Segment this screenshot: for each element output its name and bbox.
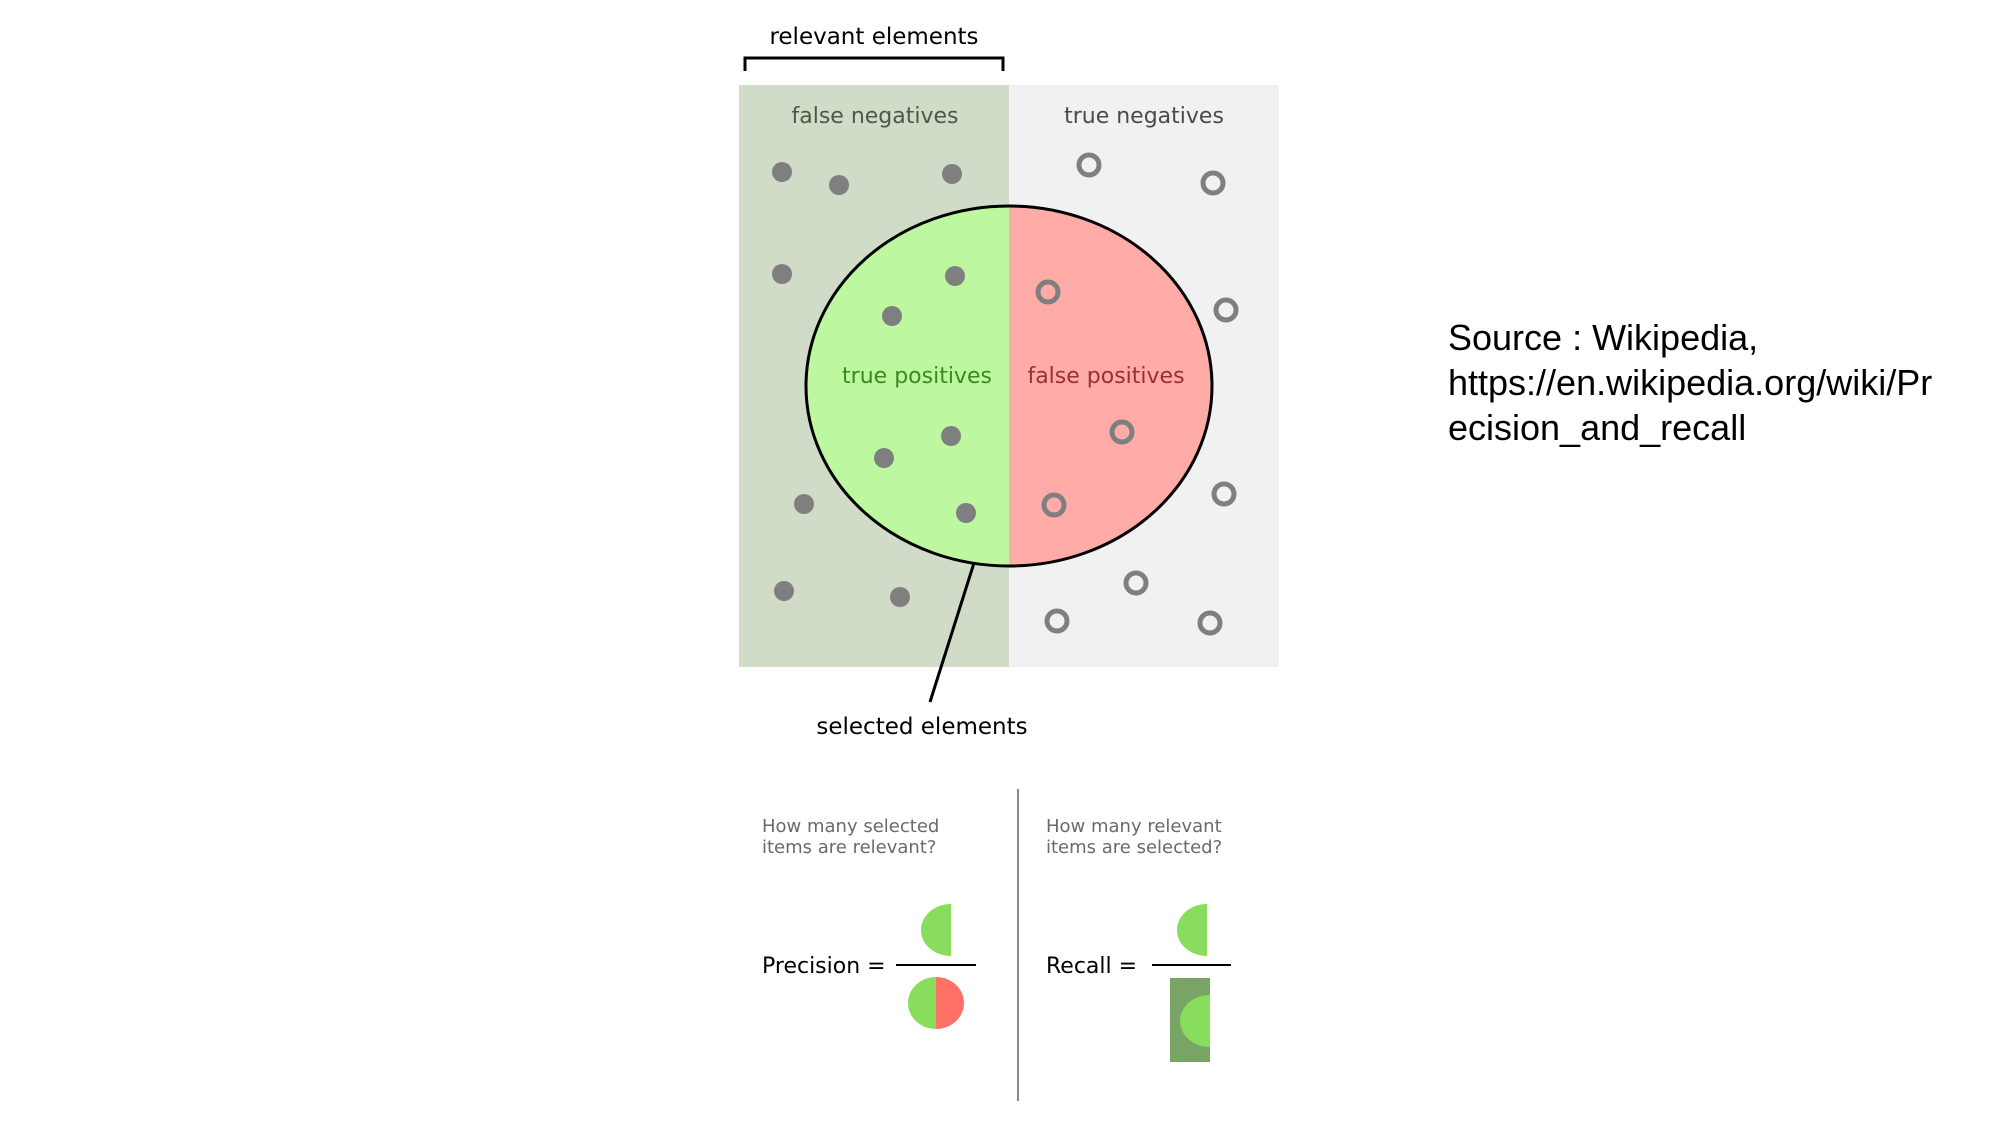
true-positives-label: true positives (842, 364, 992, 389)
recall-question-line2: items are selected? (1046, 837, 1222, 858)
source-line-2: https://en.wikipedia.org/wiki/Pr (1448, 362, 1933, 403)
precision-recall-diagram: relevant elements false negatives true n… (739, 24, 1279, 1101)
precision-label: Precision = (762, 954, 886, 979)
relevant-dot-icon (874, 448, 894, 468)
relevant-dot-icon (945, 266, 965, 286)
recall-label: Recall = (1046, 954, 1137, 979)
relevant-dot-icon (890, 587, 910, 607)
relevant-dot-icon (772, 264, 792, 284)
whole-circle-left-icon (908, 977, 936, 1029)
precision-question-line1: How many selected (762, 816, 939, 837)
false-negatives-label: false negatives (791, 104, 958, 129)
relevant-elements-label: relevant elements (769, 24, 978, 50)
relevant-dot-icon (941, 426, 961, 446)
relevant-dot-icon (772, 162, 792, 182)
relevant-dot-icon (942, 164, 962, 184)
source-line-3: ecision_and_recall (1448, 407, 1747, 448)
whole-circle-right-icon (936, 977, 964, 1029)
relevant-dot-icon (774, 581, 794, 601)
selected-elements-label: selected elements (816, 714, 1027, 740)
relevant-dot-icon (794, 494, 814, 514)
recall-question-line1: How many relevant (1046, 816, 1222, 837)
source-line-1: Source : Wikipedia, (1448, 317, 1759, 358)
relevant-dot-icon (829, 175, 849, 195)
source-note: Source : Wikipedia, https://en.wikipedia… (1448, 315, 1968, 450)
precision-formula: How many selected items are relevant? Pr… (762, 816, 976, 1029)
precision-question-line2: items are relevant? (762, 837, 936, 858)
recall-formula: How many relevant items are selected? Re… (1046, 816, 1231, 1062)
true-negatives-label: true negatives (1064, 104, 1224, 129)
relevant-dot-icon (882, 306, 902, 326)
relevant-dot-icon (956, 503, 976, 523)
false-positives-label: false positives (1027, 364, 1184, 389)
half-circle-icon (1177, 904, 1207, 956)
half-circle-icon (921, 904, 951, 956)
relevant-bracket (743, 56, 1005, 71)
